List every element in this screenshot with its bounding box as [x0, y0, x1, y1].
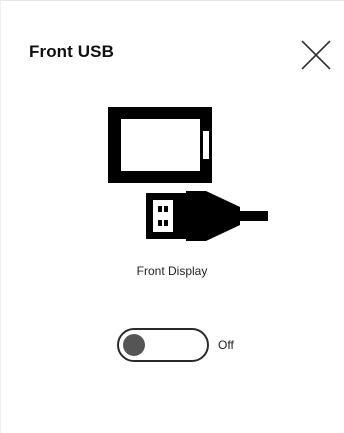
- close-icon: [301, 40, 331, 70]
- front-display-toggle[interactable]: [117, 328, 209, 362]
- front-usb-panel: Front USB Front Display Off: [0, 0, 344, 433]
- close-button[interactable]: [298, 39, 334, 71]
- device-label: Front Display: [136, 264, 208, 278]
- usb-display-illustration: [108, 107, 268, 241]
- panel-edge: [0, 1, 1, 433]
- panel-title: Front USB: [29, 42, 114, 61]
- toggle-knob: [123, 334, 145, 356]
- usb-plug-icon: [146, 191, 268, 241]
- toggle-state-label: Off: [218, 338, 234, 352]
- display-icon: [108, 107, 212, 183]
